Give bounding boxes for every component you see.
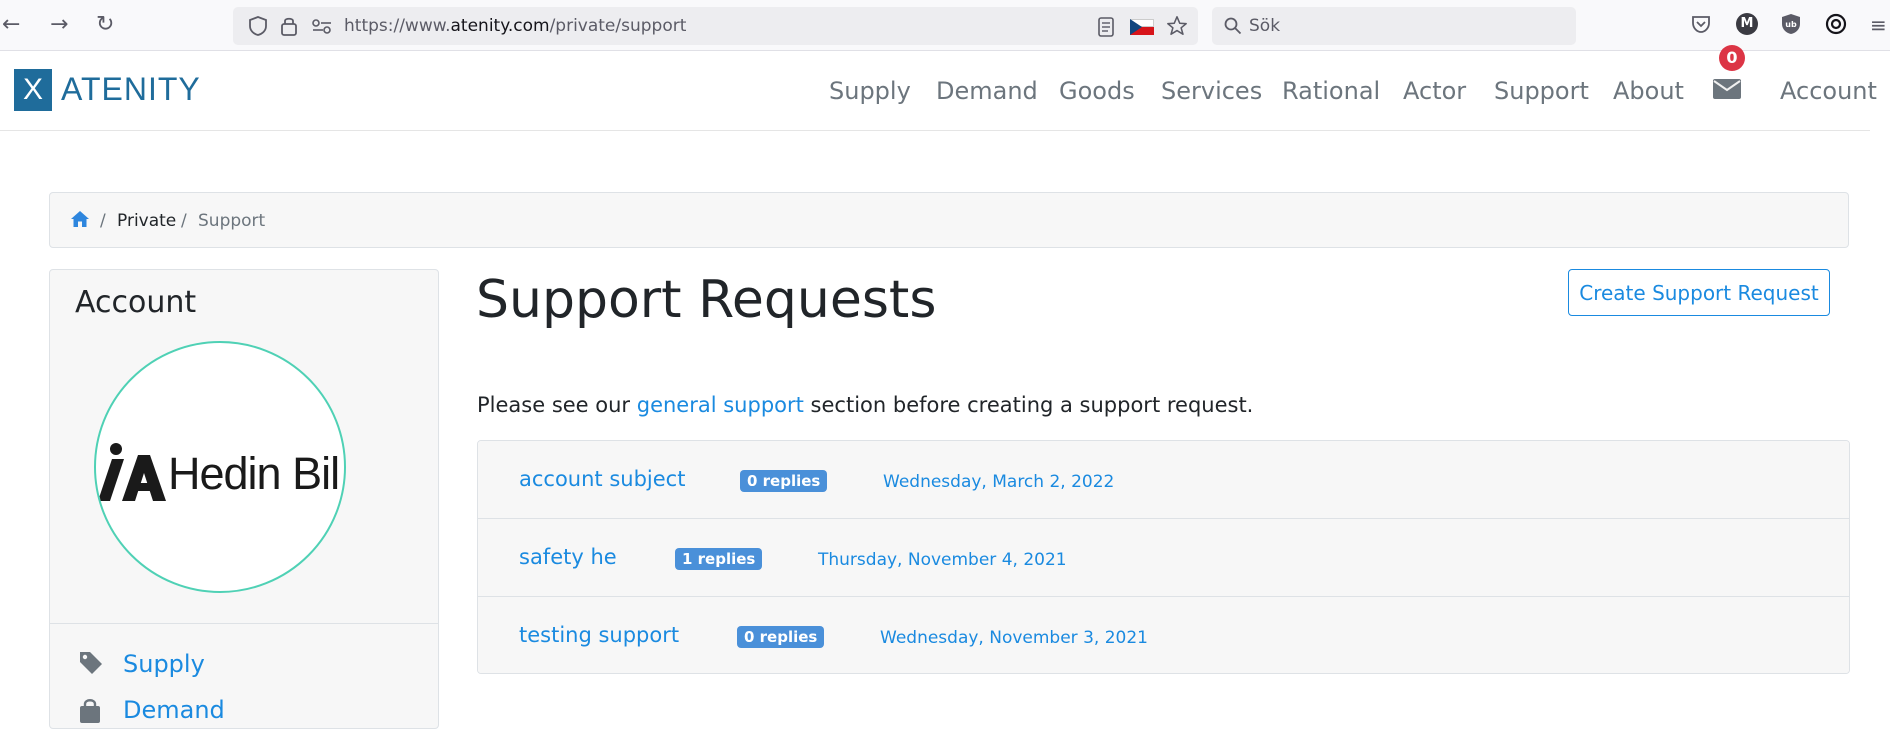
- nav-support[interactable]: Support: [1494, 77, 1589, 105]
- avatar-text: Hedin Bil: [168, 448, 340, 499]
- nav-account[interactable]: Account: [1780, 77, 1877, 105]
- extension-icon[interactable]: [1825, 13, 1847, 35]
- nav-services[interactable]: Services: [1161, 77, 1262, 105]
- browser-search-box[interactable]: Sök: [1212, 7, 1576, 45]
- sidebar-divider: [50, 623, 438, 624]
- pocket-icon[interactable]: [1691, 14, 1711, 34]
- nav-about[interactable]: About: [1613, 77, 1684, 105]
- page-title: Support Requests: [476, 270, 937, 330]
- support-request-row[interactable]: testing support 0 replies Wednesday, Nov…: [478, 597, 1849, 673]
- support-intro-text: Please see our general support section b…: [477, 393, 1253, 417]
- svg-text:ub: ub: [1785, 20, 1797, 29]
- site-navbar: X ATENITY Supply Demand Goods Services R…: [0, 51, 1877, 131]
- replies-badge: 0 replies: [737, 626, 825, 648]
- mail-count-badge: 0: [1719, 45, 1745, 71]
- brand-name[interactable]: ATENITY: [61, 71, 201, 108]
- nav-supply[interactable]: Supply: [829, 77, 911, 105]
- support-request-row[interactable]: account subject 0 replies Wednesday, Mar…: [478, 441, 1849, 519]
- browser-toolbar: ← → ↻ https://www.atenity.com/private/su…: [0, 0, 1890, 51]
- url-prefix: https://www.: [344, 16, 451, 36]
- intro-text-before: Please see our: [477, 393, 637, 417]
- general-support-link[interactable]: general support: [637, 393, 804, 417]
- shield-icon[interactable]: [248, 16, 268, 36]
- back-arrow-icon[interactable]: ←: [2, 12, 20, 38]
- shopping-bag-icon: [80, 699, 100, 723]
- support-request-row[interactable]: safety he 1 replies Thursday, November 4…: [478, 519, 1849, 597]
- request-date: Wednesday, March 2, 2022: [883, 472, 1115, 492]
- tag-icon: [80, 652, 102, 674]
- url-host: atenity.com: [450, 16, 550, 36]
- request-subject-link[interactable]: safety he: [519, 545, 617, 569]
- bookmark-star-icon[interactable]: [1166, 15, 1188, 37]
- reader-view-icon[interactable]: [1098, 17, 1114, 37]
- breadcrumb: / Private / Support: [49, 192, 1849, 248]
- account-sidebar: Account Hedin Bil Supply Demand: [49, 269, 439, 729]
- url-text[interactable]: https://www.atenity.com/private/support: [344, 16, 686, 36]
- replies-badge: 1 replies: [675, 548, 763, 570]
- intro-text-after: section before creating a support reques…: [803, 393, 1254, 417]
- support-request-list: account subject 0 replies Wednesday, Mar…: [477, 440, 1850, 674]
- nav-goods[interactable]: Goods: [1059, 77, 1135, 105]
- home-icon[interactable]: [70, 210, 90, 228]
- czech-flag-icon[interactable]: [1130, 19, 1154, 35]
- request-subject-link[interactable]: account subject: [519, 467, 685, 491]
- address-bar[interactable]: https://www.atenity.com/private/support: [233, 7, 1198, 45]
- sidebar-title: Account: [75, 285, 197, 320]
- brand-logo-mark[interactable]: X: [14, 69, 52, 111]
- account-m-icon[interactable]: M: [1736, 13, 1758, 35]
- request-subject-link[interactable]: testing support: [519, 623, 679, 647]
- forward-arrow-icon[interactable]: →: [50, 12, 68, 38]
- avatar[interactable]: Hedin Bil: [94, 341, 346, 593]
- search-placeholder: Sök: [1249, 16, 1281, 36]
- breadcrumb-separator: /: [181, 211, 187, 231]
- permissions-icon[interactable]: [311, 18, 333, 34]
- breadcrumb-support: Support: [198, 211, 266, 231]
- url-path: /private/support: [549, 16, 687, 36]
- breadcrumb-separator: /: [100, 211, 106, 231]
- request-date: Wednesday, November 3, 2021: [880, 628, 1148, 648]
- sidebar-item-label: Demand: [123, 696, 225, 724]
- mail-icon[interactable]: [1712, 77, 1742, 101]
- sidebar-item-label: Supply: [123, 650, 205, 678]
- ublock-icon[interactable]: ub: [1781, 13, 1801, 35]
- nav-rational[interactable]: Rational: [1282, 77, 1380, 105]
- replies-badge: 0 replies: [740, 470, 828, 492]
- search-icon: [1224, 17, 1242, 35]
- nav-actor[interactable]: Actor: [1403, 77, 1466, 105]
- nav-demand[interactable]: Demand: [936, 77, 1038, 105]
- breadcrumb-private[interactable]: Private: [117, 211, 176, 231]
- request-date: Thursday, November 4, 2021: [818, 550, 1067, 570]
- reload-icon[interactable]: ↻: [96, 12, 114, 38]
- lock-icon[interactable]: [280, 16, 298, 36]
- menu-icon[interactable]: ≡: [1870, 12, 1887, 38]
- create-support-request-button[interactable]: Create Support Request: [1568, 269, 1830, 316]
